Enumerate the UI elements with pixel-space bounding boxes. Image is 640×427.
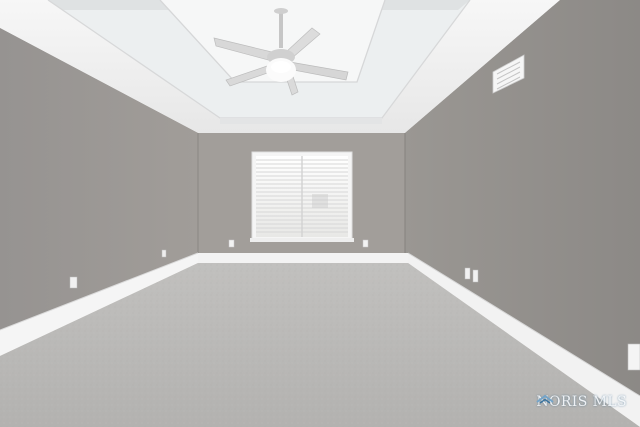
window-blinds bbox=[250, 151, 354, 242]
mls-watermark: NORIS MLS bbox=[536, 395, 627, 409]
outlet bbox=[228, 239, 235, 248]
outlet bbox=[627, 343, 640, 371]
room-photo: NORIS MLS bbox=[0, 0, 640, 427]
baseboard bbox=[198, 253, 408, 263]
outlet bbox=[69, 276, 78, 289]
outlet bbox=[472, 269, 479, 283]
outlet bbox=[362, 239, 369, 248]
outlet bbox=[464, 267, 471, 280]
house-icon bbox=[536, 395, 554, 404]
outlet bbox=[161, 249, 167, 258]
